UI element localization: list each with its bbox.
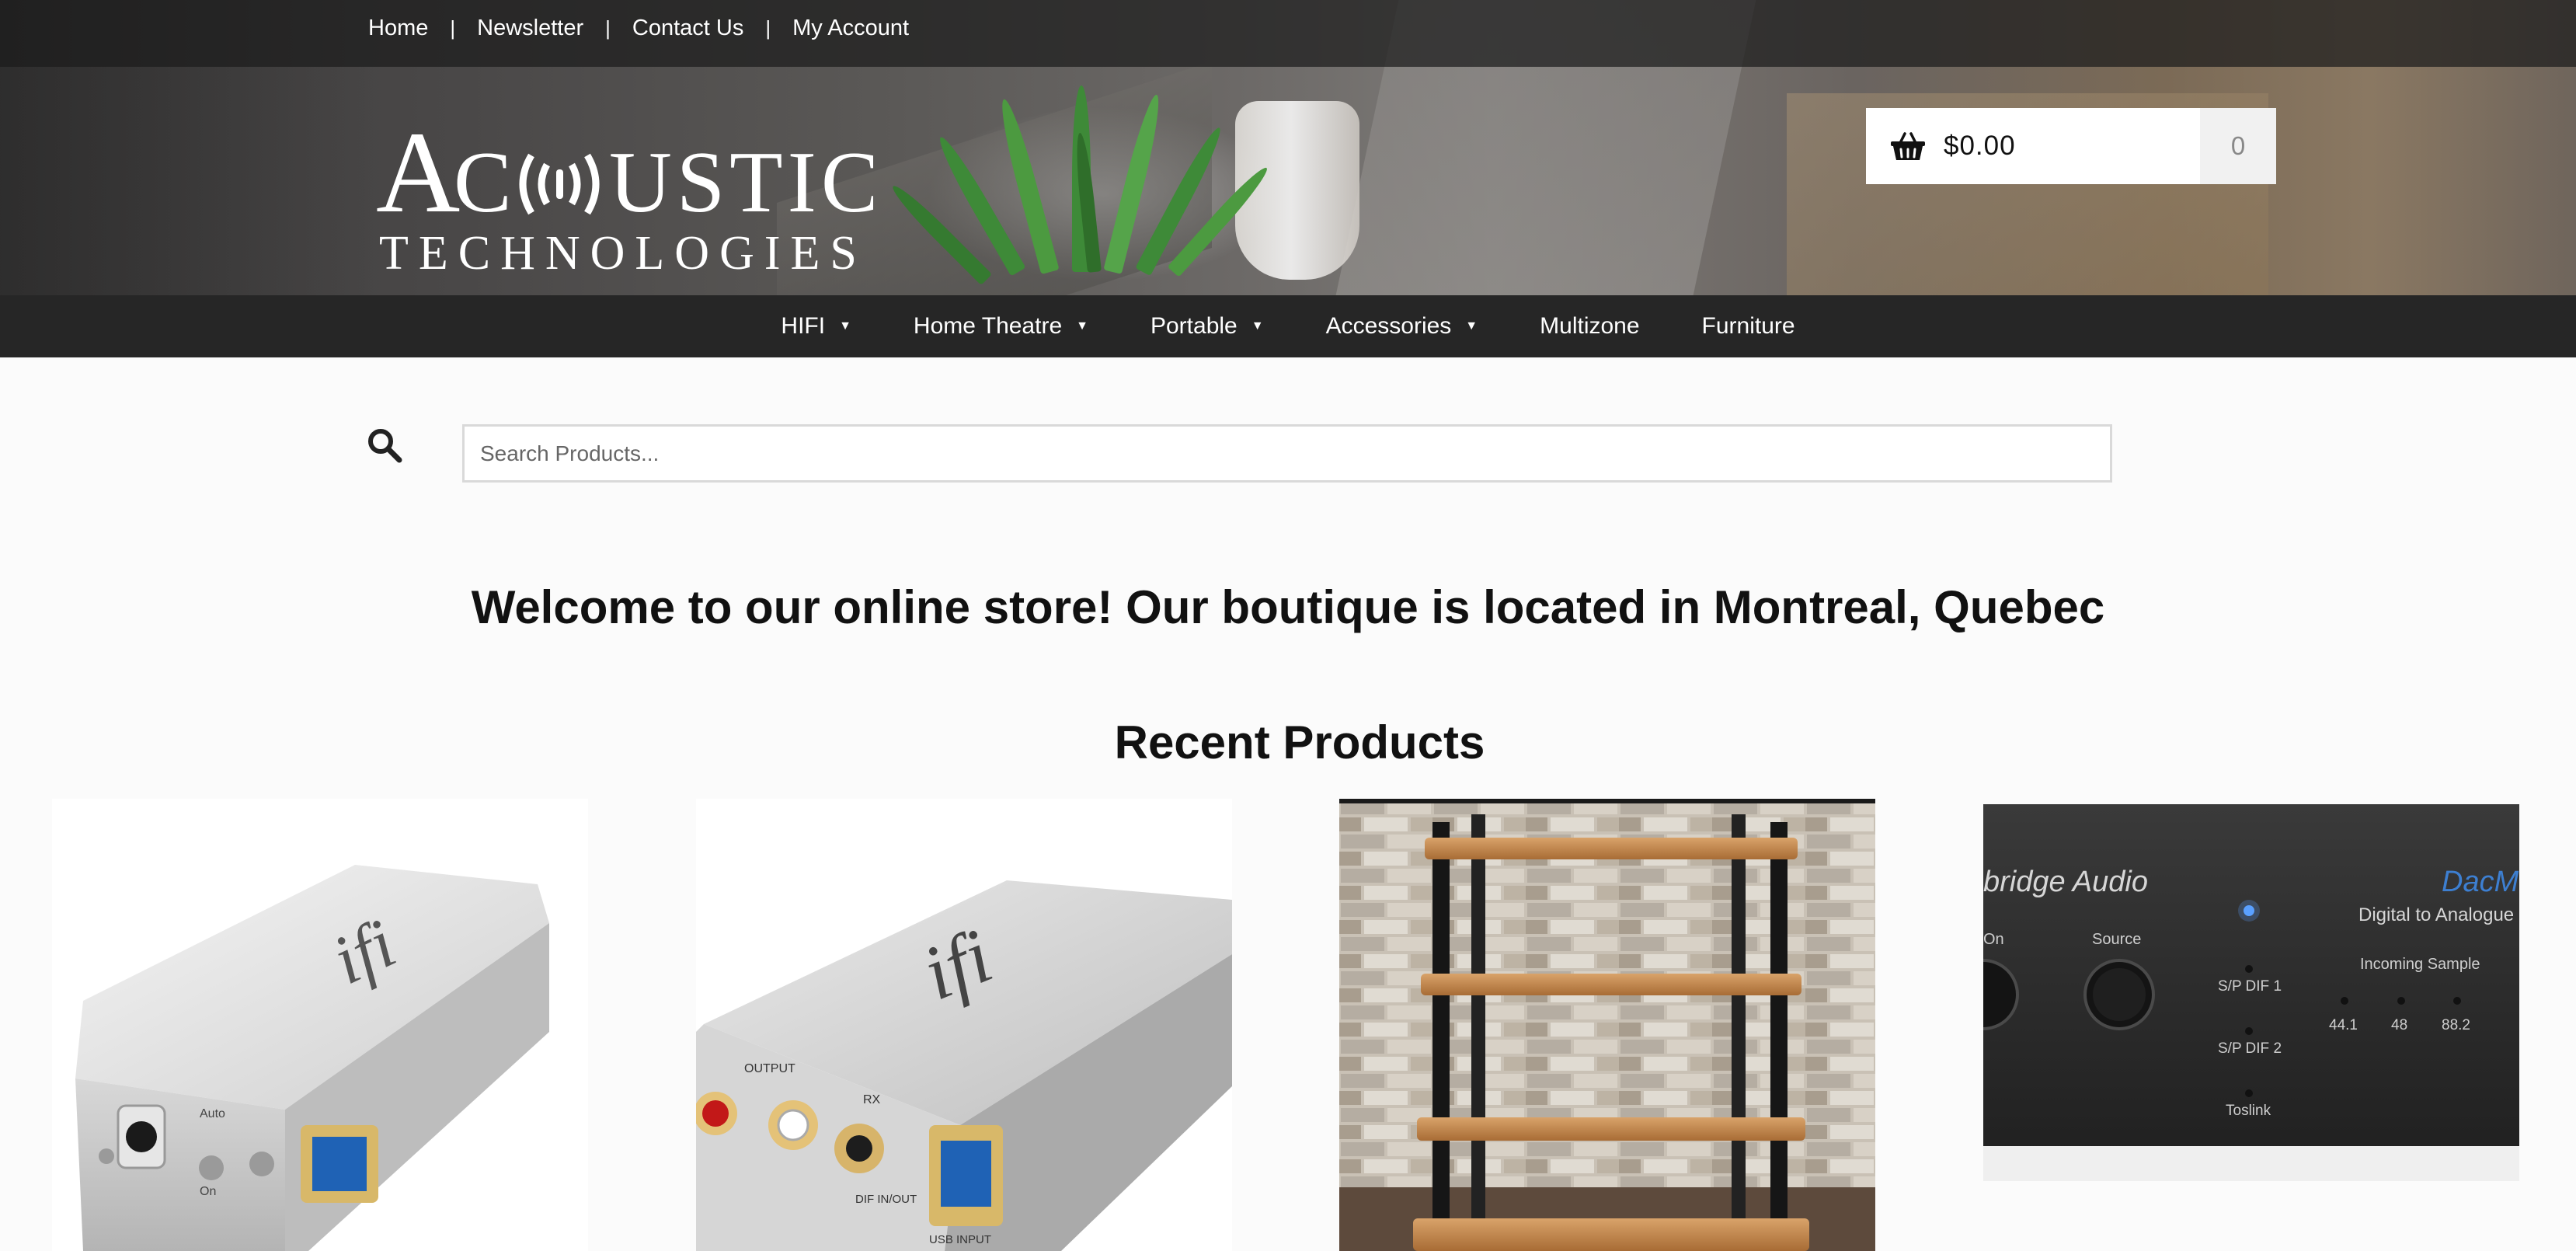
top-nav-home-link[interactable]: Home [368, 14, 428, 42]
main-nav-label: Accessories [1325, 313, 1452, 339]
top-bar: Home | Newsletter | Contact Us | My Acco… [0, 0, 2576, 67]
basket-icon [1891, 132, 1925, 160]
site-logo[interactable]: A C USTIC TECHNOLOGIES [376, 108, 879, 280]
product-card-audio-rack[interactable] [1339, 799, 1875, 1251]
main-nav-label: HIFI [781, 313, 826, 339]
main-nav-multizone[interactable]: Multizone [1540, 313, 1639, 340]
main-nav-furniture[interactable]: Furniture [1702, 313, 1795, 340]
welcome-heading: Welcome to our online store! Our boutiqu… [471, 581, 2105, 633]
svg-text:TECHNOLOGIES: TECHNOLOGIES [379, 227, 867, 272]
svg-text:44.1: 44.1 [2329, 1017, 2358, 1033]
top-nav-separator: | [765, 16, 771, 40]
svg-text:S/P DIF 2: S/P DIF 2 [2218, 1040, 2282, 1057]
svg-text:DIF IN/OUT: DIF IN/OUT [855, 1193, 917, 1206]
svg-text:On: On [1983, 931, 2004, 948]
top-nav-newsletter-link[interactable]: Newsletter [477, 14, 583, 42]
svg-text:RX: RX [863, 1093, 881, 1106]
product-image: bridge Audio DacMa Digital to Analogue O… [1983, 804, 2519, 1181]
product-card-ifi-power[interactable]: ifi Auto On [52, 799, 588, 1251]
main-nav-accessories[interactable]: Accessories ▼ [1326, 313, 1478, 340]
svg-text:C: C [454, 134, 515, 231]
cart-count-badge: 0 [2200, 108, 2276, 184]
svg-text:OUTPUT: OUTPUT [744, 1062, 795, 1075]
svg-text:48: 48 [2391, 1017, 2407, 1033]
svg-text:On: On [200, 1185, 216, 1198]
main-nav: HIFI ▼ Home Theatre ▼ Portable ▼ Accesso… [0, 295, 2576, 357]
product-image: ifi Auto On [75, 865, 549, 1251]
dropdown-caret-icon: ▼ [1251, 319, 1264, 333]
main-nav-label: Portable [1150, 313, 1238, 339]
svg-text:Incoming Sample: Incoming Sample [2360, 956, 2480, 973]
main-nav-label: Multizone [1540, 313, 1640, 339]
top-nav-account-link[interactable]: My Account [792, 14, 909, 42]
header-banner: Home | Newsletter | Contact Us | My Acco… [0, 0, 2576, 295]
product-card-dacmagic[interactable]: bridge Audio DacMa Digital to Analogue O… [1983, 804, 2519, 1181]
top-nav-separator: | [605, 16, 611, 40]
svg-text:Toslink: Toslink [2226, 1103, 2271, 1119]
recent-products-heading: Recent Products [1114, 716, 1485, 768]
dropdown-caret-icon: ▼ [839, 319, 851, 333]
logo-graphic: A C USTIC TECHNOLOGIES [376, 108, 879, 280]
svg-text:USB INPUT: USB INPUT [929, 1233, 991, 1246]
product-card-ifi-spdif[interactable]: ifi OUTPUT RX DIF IN/OUT USB INPUT [696, 799, 1232, 1251]
product-image [1339, 799, 1875, 1251]
cart-widget[interactable]: $0.00 0 [1866, 108, 2276, 184]
svg-text:S/P DIF 1: S/P DIF 1 [2218, 978, 2282, 995]
svg-text:USTIC: USTIC [609, 134, 873, 231]
dropdown-caret-icon: ▼ [1465, 319, 1478, 333]
top-nav-separator: | [450, 16, 456, 40]
main-nav-label: Home Theatre [913, 313, 1063, 339]
svg-text:Auto: Auto [200, 1107, 225, 1120]
main-nav-portable[interactable]: Portable ▼ [1150, 313, 1264, 340]
product-image: ifi OUTPUT RX DIF IN/OUT USB INPUT [696, 880, 1232, 1251]
svg-text:bridge Audio: bridge Audio [1983, 866, 2148, 898]
svg-text:88.2: 88.2 [2442, 1017, 2470, 1033]
cart-total: $0.00 [1944, 131, 2016, 161]
main-nav-label: Furniture [1701, 313, 1795, 339]
svg-text:A: A [376, 117, 461, 237]
search-input[interactable] [462, 424, 2112, 483]
search-icon[interactable] [367, 427, 402, 463]
main-nav-home-theatre[interactable]: Home Theatre ▼ [914, 313, 1088, 340]
svg-text:DacMa: DacMa [2442, 866, 2519, 898]
main-nav-hifi[interactable]: HIFI ▼ [781, 313, 851, 340]
dropdown-caret-icon: ▼ [1076, 319, 1088, 333]
svg-text:Source: Source [2092, 931, 2141, 948]
svg-text:Digital to Analogue: Digital to Analogue [2358, 904, 2514, 925]
top-nav: Home | Newsletter | Contact Us | My Acco… [368, 14, 909, 42]
top-nav-contact-link[interactable]: Contact Us [632, 14, 743, 42]
